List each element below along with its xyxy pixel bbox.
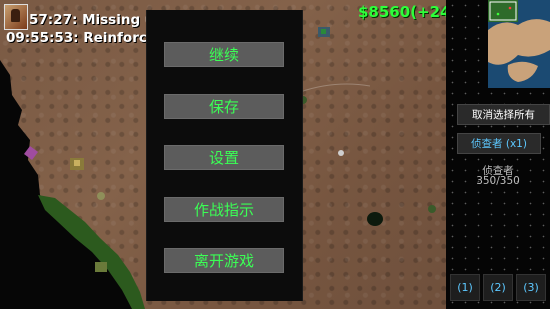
message-line: 57:27: Missing u: [29, 12, 155, 28]
save-button[interactable]: 保存: [164, 94, 284, 119]
control-group-2-button[interactable]: (2): [483, 274, 513, 301]
deselect-all-button[interactable]: 取消选择所有: [457, 104, 550, 125]
pause-menu: 继续 保存 设置 作战指示 离开游戏: [146, 10, 303, 301]
unit-sprite[interactable]: [95, 262, 107, 272]
waypoint-line: [299, 83, 371, 93]
selected-unit-button[interactable]: 侦查者 (x1): [457, 133, 541, 154]
settings-button[interactable]: 设置: [164, 145, 284, 170]
commander-avatar: [4, 4, 28, 30]
unit-sprite[interactable]: [70, 158, 84, 170]
credits-display: $8560(+24): [358, 3, 458, 21]
resume-button[interactable]: 继续: [164, 42, 284, 67]
unit-sprite[interactable]: [428, 205, 436, 213]
battle-guide-button[interactable]: 作战指示: [164, 197, 284, 222]
control-group-1-button[interactable]: (1): [450, 274, 480, 301]
quit-game-button[interactable]: 离开游戏: [164, 248, 284, 273]
unit-sprite[interactable]: [338, 150, 344, 156]
crater: [367, 212, 383, 226]
message-line: 09:55:53: Reinforcer: [6, 30, 163, 46]
tank-unit[interactable]: [318, 27, 330, 37]
control-group-3-button[interactable]: (3): [516, 274, 546, 301]
unit-sprite[interactable]: [97, 192, 105, 200]
unit-hp: 350/350: [476, 175, 520, 187]
message-log: 57:27: Missing u 09:55:53: Reinforcer: [4, 4, 164, 50]
minimap[interactable]: [488, 0, 550, 88]
